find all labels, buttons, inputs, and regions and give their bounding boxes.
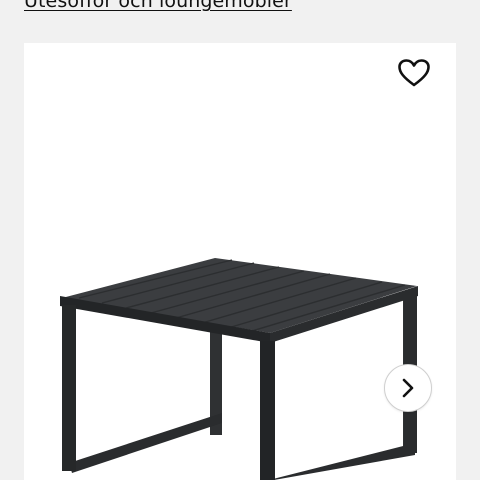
chevron-right-icon [402, 378, 414, 398]
table-top-surface [62, 258, 417, 333]
next-image-button[interactable] [384, 364, 432, 412]
product-image[interactable] [24, 43, 456, 480]
favorite-button[interactable] [393, 54, 435, 92]
heart-outline-icon [398, 59, 430, 87]
table-runner-right [269, 443, 415, 480]
table-runner-left [69, 413, 222, 473]
category-link[interactable]: Utesoffor och loungemöbler [24, 0, 292, 12]
table-leg-front-center [260, 341, 275, 480]
table-leg-front-left [62, 305, 76, 471]
product-page: Utesoffor och loungemöbler [0, 0, 480, 480]
